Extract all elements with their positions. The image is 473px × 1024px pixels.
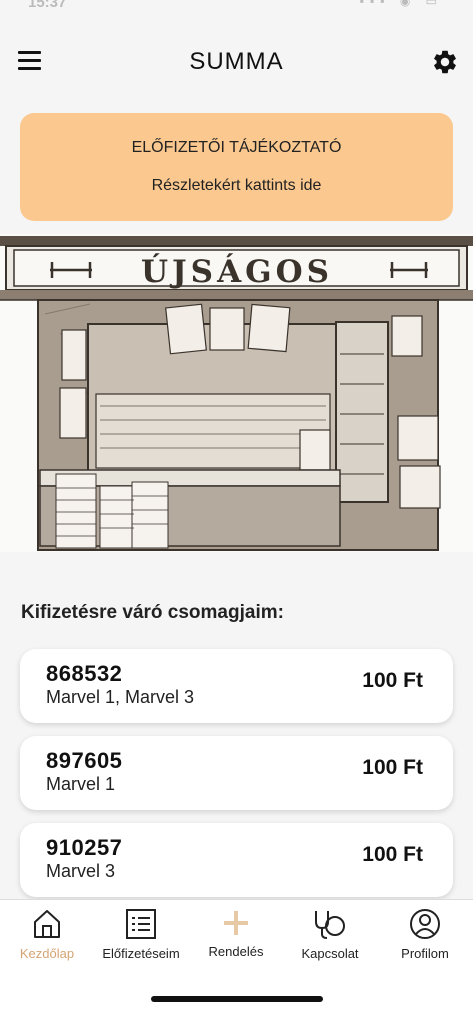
status-icons: ▪▪▪ ◉ ▭ — [359, 0, 443, 8]
banner-details-link[interactable]: Részletekért kattints ide — [20, 177, 453, 195]
newsstand-illustration: ÚJSÁGOS — [0, 234, 473, 552]
app-header: SUMMA — [0, 38, 473, 86]
status-time: 15:37 — [28, 0, 67, 11]
tab-label: Profilom — [401, 946, 449, 961]
contact-icon — [315, 911, 345, 939]
home-indicator — [151, 996, 323, 1002]
package-id: 868532 — [46, 661, 123, 686]
banner-title: ELŐFIZETŐI TÁJÉKOZTATÓ — [131, 139, 342, 156]
status-bar: 15:37 ▪▪▪ ◉ ▭ — [0, 0, 473, 14]
bottom-tab-bar: Kezdőlap Előfizetéseim Rendelés Kapcsola… — [0, 899, 473, 1024]
package-card[interactable]: 910257 Marvel 3 100 Ft — [20, 823, 453, 897]
page-title: SUMMA — [189, 48, 284, 75]
list-icon — [126, 909, 156, 939]
package-items: Marvel 1, Marvel 3 — [46, 687, 195, 707]
tab-label: Rendelés — [208, 944, 264, 959]
package-card[interactable]: 897605 Marvel 1 100 Ft — [20, 736, 453, 810]
kiosk-sign-text: ÚJSÁGOS — [141, 252, 333, 290]
tab-label: Kapcsolat — [301, 946, 359, 961]
plus-icon — [224, 911, 248, 935]
package-price: 100 Ft — [362, 669, 423, 692]
tab-contact[interactable]: Kapcsolat — [283, 900, 377, 975]
tab-subscriptions[interactable]: Előfizetéseim — [94, 900, 188, 975]
tab-label: Kezdőlap — [19, 946, 75, 961]
tab-label: Előfizetéseim — [102, 946, 180, 961]
home-icon — [34, 910, 60, 938]
package-card[interactable]: 868532 Marvel 1, Marvel 3 100 Ft — [20, 649, 453, 723]
section-title: Kifizetésre váró csomagjaim: — [21, 602, 284, 623]
package-price: 100 Ft — [362, 756, 423, 779]
package-items: Marvel 1 — [46, 774, 116, 794]
profile-icon — [410, 909, 440, 939]
tab-home[interactable]: Kezdőlap — [0, 900, 94, 975]
package-id: 910257 — [46, 835, 123, 860]
package-id: 897605 — [46, 748, 123, 773]
gear-icon[interactable] — [431, 48, 459, 76]
subscriber-info-banner[interactable]: ELŐFIZETŐI TÁJÉKOZTATÓ Részletekért katt… — [20, 113, 453, 221]
package-items: Marvel 3 — [46, 861, 116, 881]
tab-order[interactable]: Rendelés — [189, 900, 283, 975]
tab-profile[interactable]: Profilom — [378, 900, 472, 975]
package-price: 100 Ft — [362, 843, 423, 866]
